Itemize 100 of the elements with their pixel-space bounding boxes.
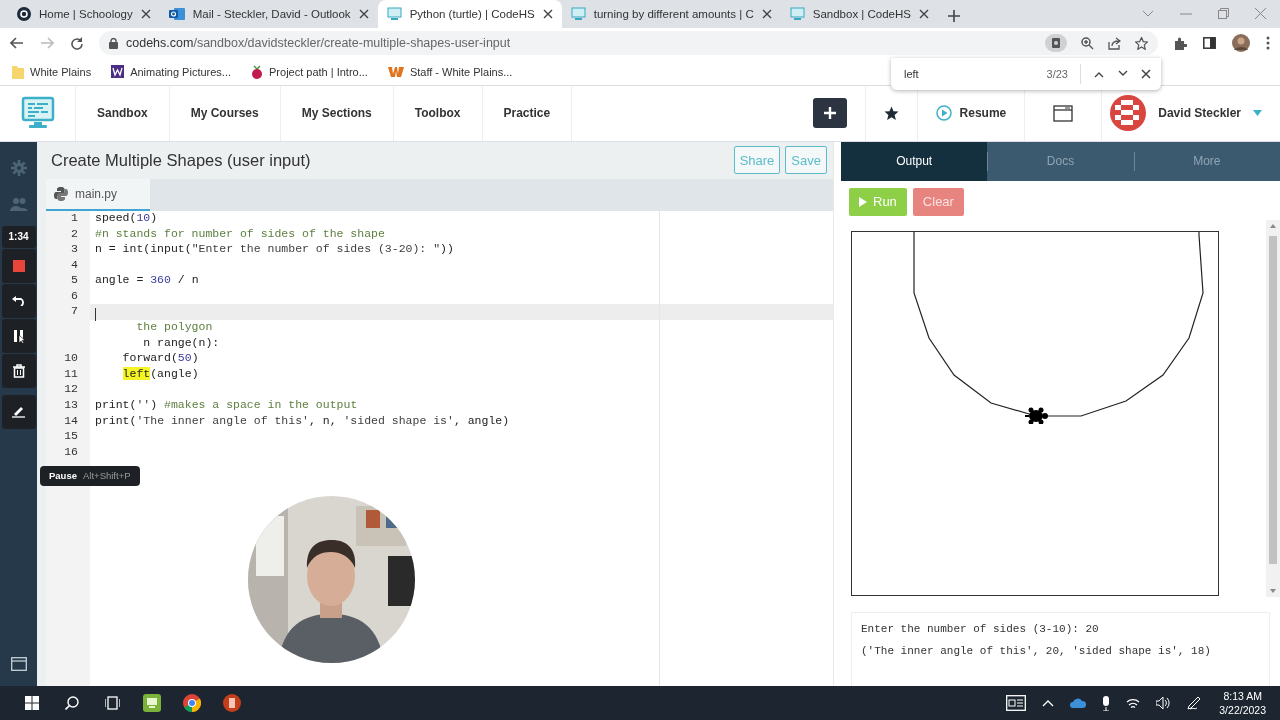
chevron-up-icon[interactable] [1042,699,1055,707]
search-icon[interactable] [65,696,79,710]
puzzle-icon[interactable] [1174,36,1187,50]
code-line[interactable]: n = int(input("Enter the number of sides (3-20): ")) [90,242,454,258]
line-number: 2 [70,226,79,242]
mail-icon [168,7,185,21]
resume-button[interactable]: Resume [927,105,1015,122]
codehs-logo-icon[interactable] [20,96,55,131]
find-icon[interactable] [1045,34,1067,52]
wifi-icon[interactable] [1126,697,1141,709]
pause-icon[interactable] [12,328,25,343]
maximize-icon[interactable] [1218,8,1229,19]
line-number: 5 [70,273,79,289]
close-icon[interactable] [542,9,553,19]
code-line[interactable]: #n stands for number of sides of the shape [90,226,385,243]
wp-logo-icon [387,65,404,78]
python-icon [54,186,68,201]
nav-link[interactable]: My Sections [280,86,394,141]
nav-link[interactable]: Sandbox [76,86,170,141]
bookmark-logo-icon [111,65,125,78]
browser-icon[interactable] [183,694,201,712]
more-icon[interactable] [1266,36,1270,50]
close-icon[interactable] [761,9,772,19]
bookmark[interactable]: Animating Pictures... [111,65,231,78]
browser-window-icon[interactable] [1053,104,1074,122]
bookmark[interactable]: White Plains [12,64,92,79]
news-icon[interactable] [1006,695,1027,711]
console-line: ('The inner angle of this', 20, 'sided shape is', 18) [861,643,1212,659]
bookmark[interactable]: Staff - White Plains... [387,65,513,78]
browser-tab[interactable]: turning by different amounts | C [561,0,781,28]
back-icon[interactable] [10,37,24,49]
microphone-icon[interactable] [1102,695,1111,711]
pen-icon[interactable] [12,405,25,419]
pen-icon[interactable] [1187,696,1202,710]
tooltip-shortcut: Alt+Shift+P [83,470,131,482]
caret-down-icon[interactable] [1253,110,1262,117]
undo-icon[interactable] [11,295,26,306]
cloud-icon[interactable] [1070,697,1087,709]
line-number: 7 [70,304,79,320]
find-query-field[interactable]: left [904,68,919,80]
stop-icon[interactable] [12,259,25,272]
volume-icon[interactable] [1156,697,1172,709]
line-number: 4 [70,257,79,273]
tooltip-label: Pause [49,470,77,482]
share-icon[interactable] [1108,36,1121,50]
clock[interactable]: 8:13 AM 3/22/2023 [1211,689,1280,717]
recording-timer: 1:34 [1,225,36,248]
star-icon[interactable] [1135,36,1148,50]
trash-icon[interactable] [12,363,25,378]
file-tab[interactable]: main.py [46,178,150,211]
close-icon[interactable] [1141,69,1151,79]
close-icon[interactable] [358,9,369,19]
app-icon[interactable] [143,694,161,712]
browser-tab[interactable]: Sandbox | CodeHS [780,0,938,28]
code-line[interactable]: print('The inner angle of this', n, 'sided shape is', angle) [90,413,510,430]
browser-tab[interactable]: Python (turtle) | CodeHS [377,0,562,28]
console-line: Enter the number of sides (3-10): 20 [861,621,1100,637]
zoom-icon[interactable] [1081,36,1094,50]
line-number: 1 [70,210,79,226]
browser-tab[interactable]: Mail - Steckler, David - Outlook [159,0,378,28]
chevron-down-icon[interactable] [1117,70,1129,78]
line-number: 16 [63,444,79,460]
side-panel-icon[interactable] [1203,37,1216,49]
nav-link[interactable]: Practice [482,86,573,141]
line-number: 3 [70,242,79,258]
close-icon[interactable] [140,9,151,19]
raspberry-icon [251,64,263,79]
code-line[interactable]: n range(n): [90,335,220,352]
star-icon[interactable] [883,105,899,121]
close-icon[interactable] [919,9,929,19]
add-button[interactable] [812,98,847,129]
windows-icon[interactable] [25,696,39,710]
user-avatar-icon[interactable] [1110,95,1147,132]
reload-icon[interactable] [70,36,83,50]
user-name[interactable]: David Steckler [1158,106,1241,121]
address-bar[interactable]: codehs.com/sandbox/davidsteckler/create-multiple-shapes-user-input [99,31,1158,55]
presentation-app-icon[interactable] [223,694,241,712]
plus-icon[interactable] [948,10,960,22]
line-number: 15 [63,429,79,445]
lock-icon [109,37,118,49]
bookmark[interactable]: Project path | Intro... [251,64,368,79]
code-line[interactable]: print('') #makes a space in the output [90,398,358,414]
monitor-icon [570,7,586,21]
nav-link[interactable]: Toolbox [393,86,483,141]
folder-icon [12,64,24,79]
code-line[interactable]: speed(10) [90,210,158,227]
nav-link[interactable]: My Courses [169,86,281,141]
panel-tab[interactable]: Output [841,141,988,181]
line-number: 11 [63,366,79,382]
url-text: codehs.com/sandbox/davidsteckler/create-multiple-shapes-user-input [126,36,511,50]
match-count: 3/23 [1046,68,1068,80]
code-line[interactable]: angle = 360 / n [90,273,199,289]
browser-tab[interactable]: Home | Schoology [8,0,160,28]
profile-avatar-icon[interactable] [1232,34,1250,52]
code-line[interactable]: the polygon [90,320,213,336]
panel-icon[interactable] [10,657,27,672]
code-line[interactable]: left(angle) [90,366,199,383]
task-view-icon[interactable] [104,696,120,710]
code-line[interactable]: forward(50) [90,351,199,367]
chevron-up-icon[interactable] [1093,70,1105,78]
